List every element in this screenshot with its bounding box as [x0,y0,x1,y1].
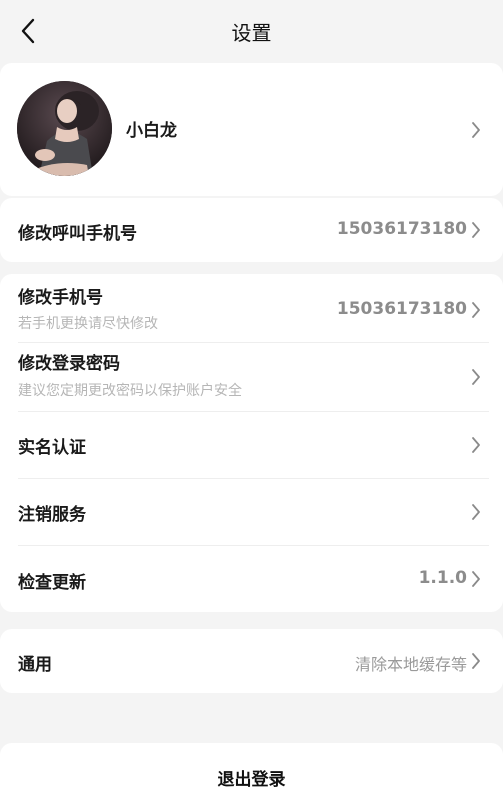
chevron-right-icon [472,302,480,318]
logout-label: 退出登录 [217,769,286,790]
row-value: 15036173180 [336,219,467,239]
change-call-phone-row[interactable]: 修改呼叫手机号 15036173180 [0,198,503,262]
chevron-right-icon [472,504,480,520]
version-value: 1.1.0 [418,568,467,588]
avatar[interactable] [17,81,112,176]
profile-row[interactable]: 小白龙 [0,63,503,196]
top-bar: 设置 [0,0,503,62]
chevron-right-icon [472,222,480,238]
chevron-right-icon [472,653,480,669]
chevron-right-icon [472,437,480,453]
chevron-right-icon [472,122,480,138]
row-label: 注销服务 [18,505,86,525]
row-label: 检查更新 [18,573,86,593]
check-update-row[interactable]: 检查更新 1.1.0 [0,546,503,612]
avatar-photo [17,81,112,176]
row-hint: 若手机更换请尽快修改 [18,316,158,332]
change-password-row[interactable]: 修改登录密码 建议您定期更改密码以保护账户安全 [0,343,503,411]
page-title: 设置 [231,21,272,45]
general-row[interactable]: 通用 清除本地缓存等 [0,629,503,693]
chevron-right-icon [472,369,480,385]
real-name-row[interactable]: 实名认证 [0,412,503,478]
row-value: 15036173180 [336,299,467,319]
change-phone-row[interactable]: 修改手机号 若手机更换请尽快修改 15036173180 [0,274,503,342]
chevron-right-icon [472,571,480,587]
row-label: 通用 [18,655,52,675]
row-label: 修改登录密码 [18,354,120,374]
row-label: 实名认证 [18,438,86,458]
logout-button[interactable]: 退出登录 [0,743,503,811]
row-value: 清除本地缓存等 [354,655,467,674]
row-label: 修改手机号 [18,288,103,308]
profile-name: 小白龙 [126,121,177,141]
cancel-service-row[interactable]: 注销服务 [0,479,503,545]
row-hint: 建议您定期更改密码以保护账户安全 [18,383,242,399]
row-label: 修改呼叫手机号 [18,224,137,244]
